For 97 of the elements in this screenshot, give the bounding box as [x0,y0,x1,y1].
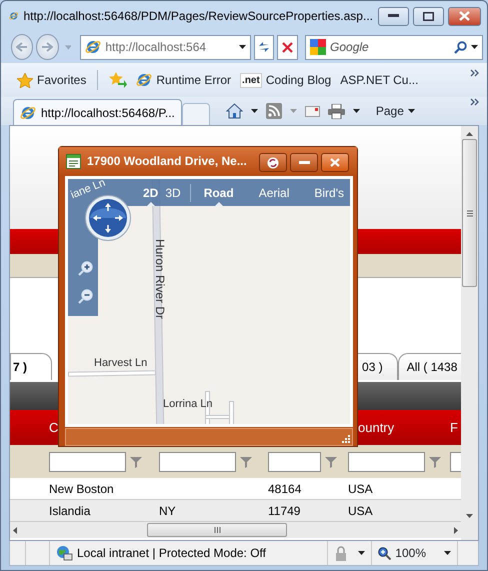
map-view-option[interactable]: 3D [165,180,181,206]
page-icon [20,104,36,120]
grip-icon [214,527,220,533]
filter-field[interactable] [49,452,126,472]
minimize-button[interactable] [378,6,409,26]
refresh-icon [257,40,272,54]
table-cell-text: 48164 [268,480,302,498]
filter-field[interactable] [159,452,236,472]
table-cell-text: New Boston [49,480,115,498]
feed-icon[interactable] [266,103,282,119]
map-view-option[interactable]: Aerial [258,180,290,206]
minimize-button[interactable] [290,153,318,172]
address-field[interactable]: http://localhost:564 [80,34,251,60]
scroll-right-icon[interactable] [454,526,458,534]
map-view[interactable]: iane Ln Huron River Dr Harvest Ln Lorrina Ln 2D 3D Road Aerial Bird's [68,179,350,424]
table-cell-text: USA [348,480,374,498]
column-header: F [450,418,459,437]
scroll-left-icon[interactable] [13,526,17,534]
dialog-title: 17900 Woodland Drive, Ne... [87,153,247,170]
filter-icon[interactable] [429,456,441,468]
column-header: C [49,418,60,437]
more-chevron-icon[interactable] [470,98,479,106]
dropdown-caret-icon [408,109,415,113]
filter-field[interactable] [268,452,321,472]
table-cell-text: Islandia [49,502,92,520]
filter-icon[interactable] [325,456,337,468]
maximize-button[interactable] [413,6,444,26]
map-view-option[interactable]: Bird's [314,180,344,206]
more-chevron-icon[interactable] [470,69,479,77]
street-label: Harvest Ln [94,357,148,369]
horizontal-scrollbar-thumb[interactable] [147,523,287,537]
grip-icon [466,210,473,216]
browser-tab[interactable]: http://localhost:56468/P... [13,99,182,125]
refresh-icon [267,156,279,168]
maximize-icon [423,12,434,20]
forward-arrow-icon [41,42,54,52]
page-menu-button[interactable]: Page [376,102,415,120]
favorites-button[interactable]: Favorites [17,71,86,89]
street-label: Huron River Dr [154,239,166,320]
search-icon[interactable] [454,40,468,54]
favorite-link[interactable]: ASP.NET Cu... [340,71,418,89]
filter-icon[interactable] [130,456,142,468]
filter-icon[interactable] [240,456,252,468]
page-icon [85,39,102,55]
minimize-icon [298,160,310,164]
page-tab[interactable]: 7 ) [10,353,52,380]
dropdown-caret-icon[interactable] [352,109,360,113]
page-tab[interactable]: 03 ) [357,353,398,380]
zoom-in-button[interactable] [78,261,93,276]
home-icon[interactable] [226,103,243,119]
column-header: ountry [357,418,396,437]
resize-grip-icon[interactable] [341,434,350,443]
map-view-option[interactable]: Road [204,180,234,206]
street-label: Lorrina Ln [163,398,213,410]
page-icon [136,72,152,88]
stop-button[interactable] [277,34,298,60]
site-icon: .net [240,72,262,88]
dropdown-caret-icon[interactable] [471,45,478,49]
map-view-option[interactable]: 2D [143,180,158,206]
close-icon [330,158,340,167]
stop-icon [282,42,294,52]
search-box[interactable]: Google [305,34,484,60]
dropdown-caret-icon[interactable] [444,551,451,555]
search-provider-icon [310,39,326,55]
add-favorite-icon[interactable] [109,72,128,88]
close-button[interactable] [321,153,349,172]
globe-icon [56,545,73,561]
table-cell-text: NY [159,502,177,520]
page-tab[interactable]: All ( 1438 [398,353,462,380]
mail-icon[interactable] [304,106,320,116]
refresh-button[interactable] [259,153,287,172]
dropdown-caret-icon[interactable] [238,45,246,49]
vertical-scrollbar-thumb[interactable] [462,139,478,287]
star-icon [17,72,33,88]
filter-field[interactable] [348,452,425,472]
window-icon [66,154,81,168]
zoom-icon [378,546,392,560]
filter-field[interactable] [450,452,462,472]
dropdown-caret-icon[interactable] [250,109,258,113]
back-arrow-icon [16,42,28,52]
window-title: http://localhost:56468/PDM/Pages/ReviewSourceProperties.asp... [23,8,373,25]
scroll-up-icon[interactable] [466,132,474,136]
refresh-button[interactable] [254,34,274,60]
zoom-level-button[interactable]: 100% [378,544,426,562]
favorite-link[interactable]: Runtime Error [136,71,232,89]
zoom-out-button[interactable] [78,289,93,304]
print-icon[interactable] [328,104,345,118]
street-label: iane Ln [69,179,108,202]
dropdown-caret-icon[interactable] [358,551,366,555]
security-zone-text: Local intranet | Protected Mode: Off [77,545,266,562]
scroll-down-icon[interactable] [466,514,474,518]
close-icon [459,11,470,21]
close-button[interactable] [448,6,481,26]
table-cell-text: USA [348,502,374,520]
table-cell-text: 11749 [268,502,302,520]
minimize-icon [388,14,399,18]
favorite-link[interactable]: .net Coding Blog [240,71,332,89]
